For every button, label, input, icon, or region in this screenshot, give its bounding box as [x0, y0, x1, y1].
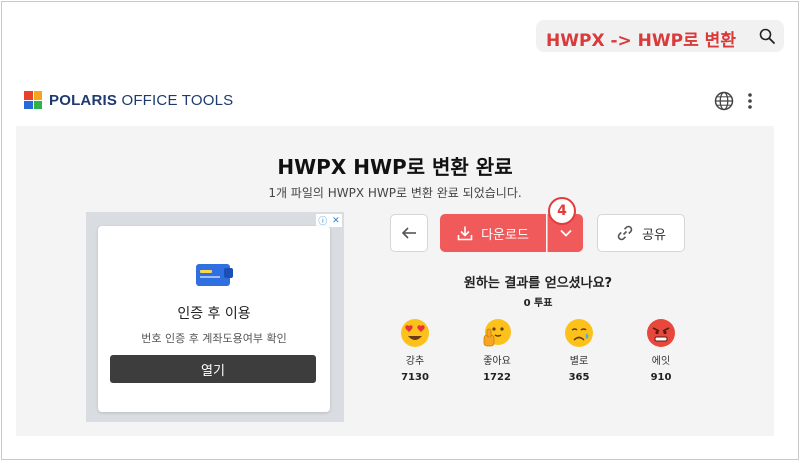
- reaction-not-good[interactable]: 별로 365: [544, 318, 614, 383]
- search-icon: [759, 28, 775, 44]
- feedback-question: 원하는 결과를 얻으셨나요?: [463, 276, 613, 291]
- ad-description: 번호 인증 후 계좌도용여부 확인: [141, 332, 287, 345]
- link-icon: [617, 225, 633, 241]
- brand-suffix: OFFICE TOOLS: [121, 91, 234, 109]
- ad-card[interactable]: 인증 후 이용 번호 인증 후 계좌도용여부 확인 열기: [98, 226, 330, 412]
- id-card-icon: [196, 264, 233, 286]
- brand-name: POLARIS: [49, 91, 118, 109]
- reaction-label: 좋아요: [483, 356, 511, 367]
- angry-emoji-icon: [647, 319, 675, 347]
- reaction-label: 강추: [405, 356, 425, 367]
- share-button[interactable]: 공유: [597, 214, 685, 252]
- sad-emoji-icon: [565, 319, 593, 347]
- back-button[interactable]: [390, 214, 428, 252]
- reaction-count: 1722: [483, 372, 511, 383]
- more-menu-icon[interactable]: [744, 90, 756, 112]
- thumbs-up-emoji-icon: [483, 319, 511, 347]
- arrow-left-icon: [401, 227, 416, 239]
- ad-title: 인증 후 이용: [177, 306, 251, 322]
- reaction-label: 별로: [569, 356, 589, 367]
- globe-icon[interactable]: [713, 90, 735, 112]
- reaction-count: 365: [568, 372, 590, 383]
- share-label: 공유: [642, 227, 666, 243]
- chevron-down-icon: [559, 229, 572, 237]
- reaction-list: 강추 7130 좋아요 1722 별로 365 에잇 910: [380, 318, 696, 383]
- reaction-count: 7130: [401, 372, 429, 383]
- download-label: 다운로드: [481, 227, 529, 243]
- download-icon: [457, 226, 473, 241]
- logo-mark-icon: [24, 91, 42, 109]
- caption-text: HWPX -> HWP로 변환: [546, 31, 736, 51]
- page-title: HWPX HWP로 변환 완료: [277, 155, 513, 179]
- caption-search-bar: HWPX -> HWP로 변환: [536, 20, 784, 52]
- reaction-ugh[interactable]: 에잇 910: [626, 318, 696, 383]
- conversion-result-panel: HWPX HWP로 변환 완료 1개 파일의 HWPX HWP로 변환 완료 되…: [16, 126, 774, 436]
- page-subtitle: 1개 파일의 HWPX HWP로 변환 완료 되었습니다.: [268, 186, 522, 200]
- vote-count: 0 투표: [523, 298, 553, 309]
- reaction-strongly-recommend[interactable]: 강추 7130: [380, 318, 450, 383]
- step-number-badge: 4: [548, 197, 576, 225]
- reaction-count: 910: [650, 372, 672, 383]
- reaction-label: 에잇: [651, 356, 671, 367]
- download-button[interactable]: 다운로드: [440, 214, 546, 252]
- polaris-logo[interactable]: POLARIS OFFICE TOOLS: [24, 91, 233, 109]
- advertisement[interactable]: ⓘ ✕ 인증 후 이용 번호 인증 후 계좌도용여부 확인 열기: [86, 212, 344, 422]
- ad-open-button[interactable]: 열기: [110, 355, 316, 383]
- reaction-like[interactable]: 좋아요 1722: [462, 318, 532, 383]
- top-navigation-bar: POLARIS OFFICE TOOLS: [16, 78, 774, 126]
- heart-eyes-emoji-icon: [401, 319, 429, 347]
